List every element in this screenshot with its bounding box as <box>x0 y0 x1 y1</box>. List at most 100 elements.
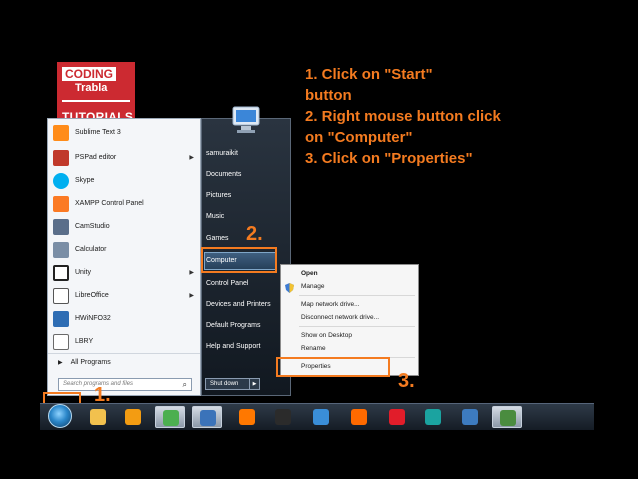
program-item-camstudio[interactable]: CamStudio <box>48 215 200 238</box>
hwinfo-icon <box>53 310 69 327</box>
media-player-icon <box>125 409 141 425</box>
taskbar-button[interactable] <box>455 406 485 428</box>
step-1-marker: 1. <box>94 384 111 406</box>
context-item-manage[interactable]: Manage <box>301 283 325 290</box>
step-2-marker: 2. <box>246 223 263 245</box>
program-label: HWiNFO32 <box>75 315 111 322</box>
program-item-libreoffice[interactable]: LibreOffice ▶ <box>48 284 200 307</box>
start-orb-icon[interactable] <box>48 404 72 428</box>
shutdown-options-arrow-icon[interactable]: ▶ <box>249 379 259 389</box>
instruction-line: 3. Click on "Properties" <box>305 150 473 167</box>
taskbar-button[interactable] <box>382 406 412 428</box>
taskbar-button[interactable] <box>418 406 448 428</box>
places-item-control-panel[interactable]: Control Panel <box>206 280 248 287</box>
program-item-hwinfo[interactable]: HWiNFO32 <box>48 307 200 330</box>
program-item-lbry[interactable]: LBRY <box>48 330 200 353</box>
places-item-help[interactable]: Help and Support <box>206 343 260 350</box>
context-item-show-on-desktop[interactable]: Show on Desktop <box>301 332 352 339</box>
lbry-icon <box>53 333 69 350</box>
submenu-arrow-icon: ▶ <box>189 270 194 276</box>
chrome-icon <box>163 410 179 426</box>
search-input[interactable]: Search programs and files ⌕ <box>58 378 192 391</box>
places-item-devices[interactable]: Devices and Printers <box>206 301 271 308</box>
program-label: LBRY <box>75 338 94 345</box>
places-item-games[interactable]: Games <box>206 235 229 242</box>
context-item-disconnect-drive[interactable]: Disconnect network drive... <box>301 314 379 321</box>
computer-item-highlight <box>201 247 277 273</box>
places-item-documents[interactable]: Documents <box>206 171 241 178</box>
program-item-unity[interactable]: Unity ▶ <box>48 261 200 284</box>
places-item-user[interactable]: samuraikit <box>206 150 238 157</box>
program-label: Calculator <box>75 246 107 253</box>
pspad-icon <box>53 149 69 166</box>
avast-icon <box>239 409 255 425</box>
program-label: PSPad editor <box>75 154 117 161</box>
program-label: Skype <box>75 177 95 184</box>
search-icon: ⌕ <box>182 380 187 389</box>
instruction-line: 1. Click on "Start" <box>305 66 433 83</box>
explorer-icon <box>90 409 106 425</box>
taskbar-button[interactable] <box>268 406 298 428</box>
paint-icon <box>200 410 216 426</box>
shutdown-label: Shut down <box>210 381 239 387</box>
camstudio-icon <box>53 218 69 235</box>
logo-line-1: CODING <box>62 67 116 81</box>
shutdown-button[interactable]: Shut down ▶ <box>205 378 260 390</box>
context-item-map-drive[interactable]: Map network drive... <box>301 301 360 308</box>
submenu-arrow-icon: ▶ <box>189 293 194 299</box>
taskbar-button[interactable] <box>118 406 148 428</box>
logo-divider <box>62 100 130 102</box>
all-programs-label: All Programs <box>70 359 111 366</box>
taskbar-button[interactable] <box>344 406 374 428</box>
skype-icon <box>53 172 69 189</box>
app-icon <box>425 409 441 425</box>
program-item-calculator[interactable]: Calculator <box>48 238 200 261</box>
xampp-icon <box>53 195 69 212</box>
context-item-open[interactable]: Open <box>301 270 318 277</box>
firefox-icon <box>351 409 367 425</box>
taskbar-button[interactable] <box>492 406 522 428</box>
start-menu-programs-panel: Sublime Text 3 PSPad editor ▶ Skype XAMP… <box>47 118 201 396</box>
program-item-skype[interactable]: Skype <box>48 169 200 192</box>
program-label: XAMPP Control Panel <box>75 200 144 207</box>
program-label: CamStudio <box>75 223 110 230</box>
taskbar-button[interactable] <box>155 406 185 428</box>
taskbar-button[interactable] <box>192 406 222 428</box>
calculator-icon <box>53 241 69 258</box>
instruction-line: button <box>305 87 352 104</box>
instruction-line: on "Computer" <box>305 129 413 146</box>
shield-icon <box>285 283 294 293</box>
network-icon <box>313 409 329 425</box>
places-item-default-programs[interactable]: Default Programs <box>206 322 260 329</box>
submenu-arrow-icon: ▶ <box>189 155 194 161</box>
taskbar-button[interactable] <box>232 406 262 428</box>
instruction-line: 2. Right mouse button click <box>305 108 501 125</box>
step-3-marker: 3. <box>398 370 415 392</box>
monitor-icon <box>500 410 516 426</box>
unity-icon <box>53 264 69 281</box>
all-programs-item[interactable]: ▶ All Programs <box>48 353 200 371</box>
program-label: Sublime Text 3 <box>75 129 121 136</box>
taskbar-button[interactable] <box>83 406 113 428</box>
program-label: Unity <box>75 269 91 276</box>
intellij-icon <box>275 409 291 425</box>
menu-separator <box>299 295 415 296</box>
menu-separator <box>299 326 415 327</box>
remote-icon <box>462 409 478 425</box>
program-item-pspad[interactable]: PSPad editor ▶ <box>48 146 200 169</box>
context-item-rename[interactable]: Rename <box>301 345 326 352</box>
program-item-xampp[interactable]: XAMPP Control Panel <box>48 192 200 215</box>
program-item-sublime[interactable]: Sublime Text 3 <box>48 121 200 144</box>
program-label: LibreOffice <box>75 292 109 299</box>
places-item-music[interactable]: Music <box>206 213 224 220</box>
places-item-pictures[interactable]: Pictures <box>206 192 231 199</box>
logo-line-2: Trabla <box>75 82 108 94</box>
sublime-icon <box>53 124 69 141</box>
user-picture-icon[interactable] <box>229 103 263 137</box>
properties-item-highlight <box>276 357 390 377</box>
play-arrow-icon: ▶ <box>58 360 63 366</box>
opera-icon <box>389 409 405 425</box>
taskbar-button[interactable] <box>306 406 336 428</box>
instructions: 1. Click on "Start" button 2. Right mous… <box>305 64 605 169</box>
libreoffice-icon <box>53 287 69 304</box>
